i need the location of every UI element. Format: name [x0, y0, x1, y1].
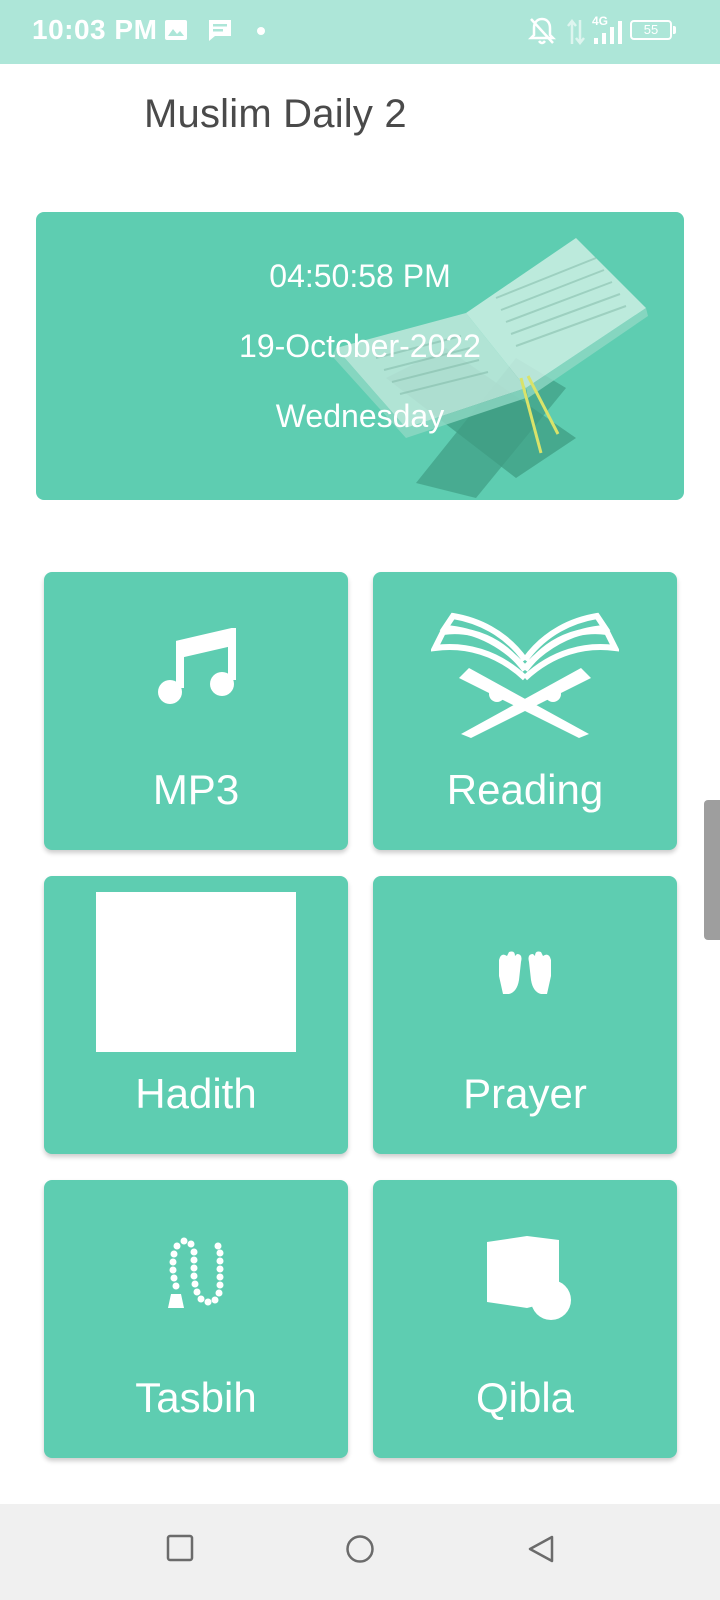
quran-stand-icon	[431, 612, 619, 738]
qibla-tile[interactable]: Qibla	[373, 1180, 677, 1458]
dot-icon	[257, 27, 265, 35]
status-bar: 10:03 PM 4G 55	[0, 0, 720, 64]
data-arrows-icon	[567, 18, 585, 46]
reading-tile[interactable]: Reading	[373, 572, 677, 850]
reading-label: Reading	[446, 766, 604, 813]
status-time: 10:03 PM	[32, 14, 158, 45]
current-date: 19-October-2022	[239, 328, 481, 364]
page-title: Muslim Daily 2	[144, 92, 407, 136]
music-note-icon	[158, 628, 236, 704]
hadith-label: Hadith	[135, 1070, 257, 1117]
battery-icon: 55	[630, 20, 672, 40]
message-icon	[209, 20, 231, 41]
signal-icon	[594, 21, 622, 44]
scrollbar-thumb[interactable]	[704, 800, 720, 940]
current-time: 04:50:58 PM	[269, 258, 451, 294]
home-button[interactable]	[345, 1534, 375, 1564]
praying-hands-icon	[499, 951, 551, 994]
prayer-label: Prayer	[463, 1070, 587, 1117]
navigation-bar	[0, 1504, 720, 1600]
mp3-tile[interactable]: MP3	[44, 572, 348, 850]
image-icon	[165, 20, 187, 40]
date-card: 04:50:58 PM 19-October-2022 Wednesday	[36, 212, 684, 500]
hadith-tile[interactable]: Hadith	[44, 876, 348, 1154]
kaaba-icon	[487, 1236, 571, 1320]
current-day: Wednesday	[275, 398, 445, 434]
prayer-tile[interactable]: Prayer	[373, 876, 677, 1154]
qibla-label: Qibla	[475, 1374, 575, 1421]
back-button[interactable]	[526, 1534, 556, 1564]
tasbih-label: Tasbih	[135, 1374, 257, 1421]
hadith-image-icon	[96, 892, 296, 1052]
battery-level: 55	[643, 22, 659, 37]
battery-tip	[673, 26, 676, 34]
bell-off-icon	[528, 17, 556, 45]
tasbih-tile[interactable]: Tasbih	[44, 1180, 348, 1458]
recent-apps-button[interactable]	[166, 1534, 194, 1562]
tasbih-beads-icon	[168, 1237, 224, 1308]
mp3-label: MP3	[152, 766, 240, 813]
